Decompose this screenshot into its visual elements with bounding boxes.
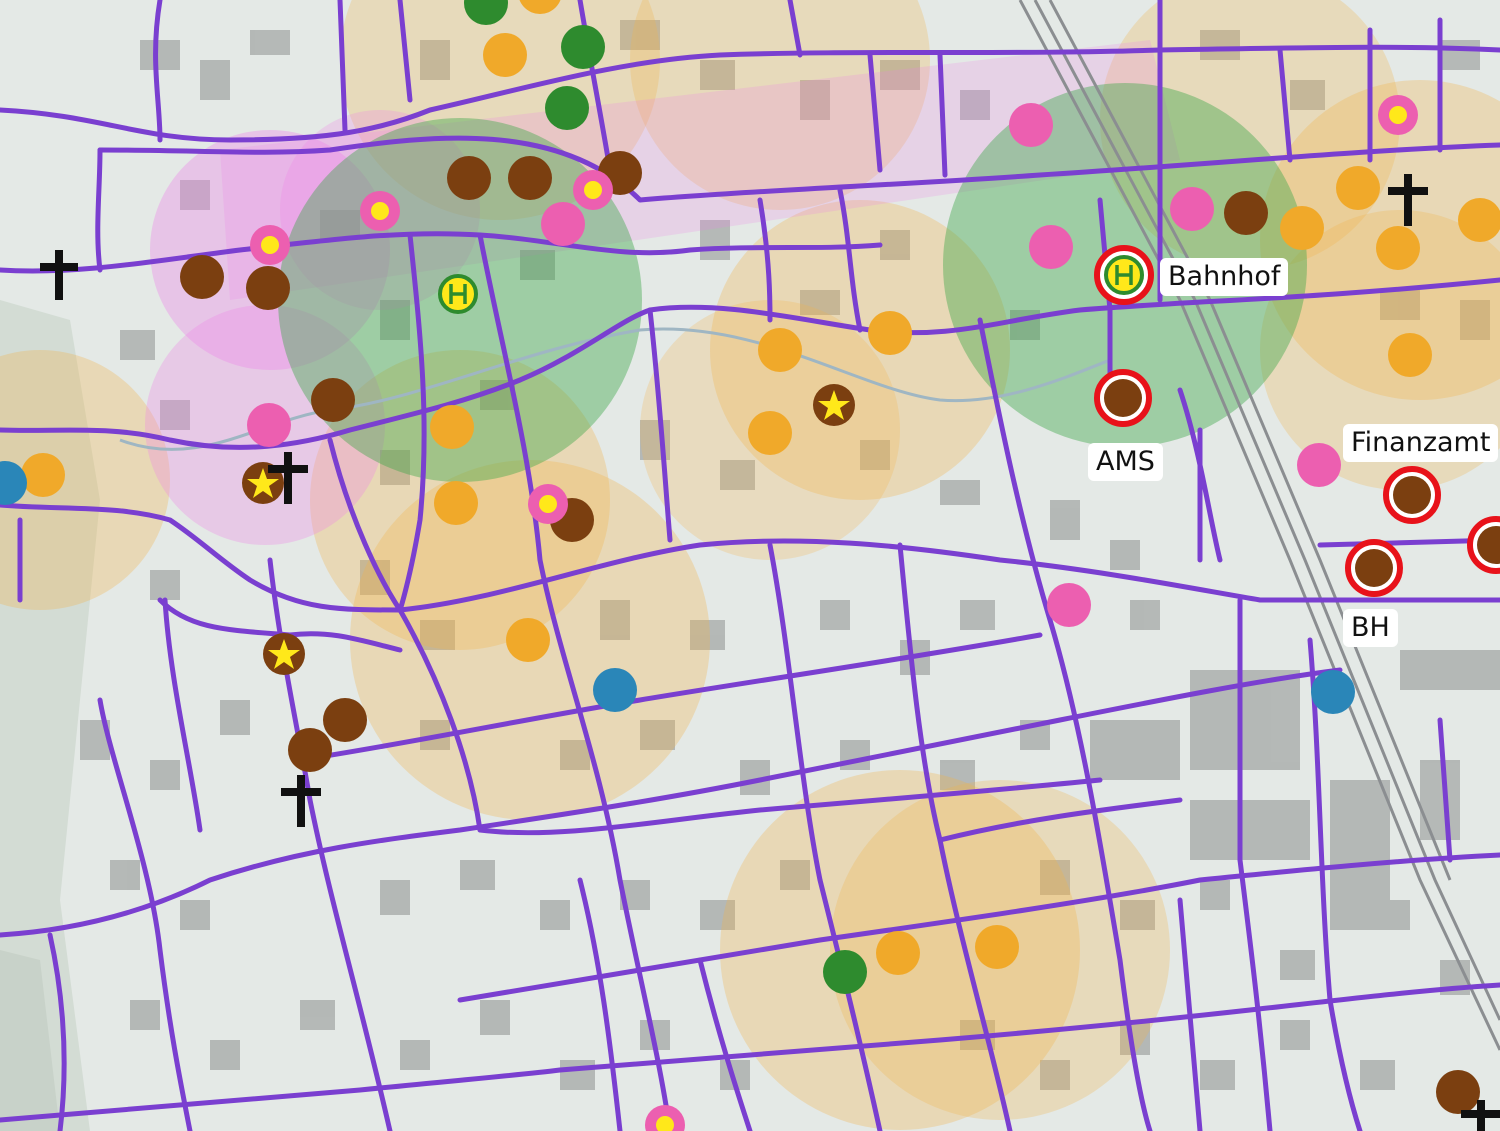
- poi-pink-yellow[interactable]: [250, 225, 290, 265]
- poi-brown[interactable]: [323, 698, 367, 742]
- poi-orange[interactable]: [1336, 166, 1380, 210]
- star-icon[interactable]: [263, 633, 305, 675]
- poi-orange[interactable]: [1388, 333, 1432, 377]
- poi-orange[interactable]: [748, 411, 792, 455]
- poi-green[interactable]: [545, 86, 589, 130]
- poi-orange[interactable]: [876, 931, 920, 975]
- poi-blue[interactable]: [593, 668, 637, 712]
- place-label-bh[interactable]: BH: [1343, 609, 1398, 647]
- poi-brown[interactable]: [311, 378, 355, 422]
- poi-highlight-ams[interactable]: [1094, 369, 1152, 427]
- poi-brown[interactable]: [1436, 1070, 1480, 1114]
- poi-orange[interactable]: [430, 405, 474, 449]
- poi-pink-yellow[interactable]: [360, 191, 400, 231]
- star-icon[interactable]: [813, 384, 855, 426]
- poi-brown[interactable]: [246, 266, 290, 310]
- poi-pink-yellow[interactable]: [573, 170, 613, 210]
- poi-pink[interactable]: [1297, 443, 1341, 487]
- poi-orange[interactable]: [1458, 198, 1500, 242]
- poi-orange[interactable]: [1280, 206, 1324, 250]
- poi-pink[interactable]: [541, 202, 585, 246]
- poi-pink[interactable]: [1029, 225, 1073, 269]
- poi-brown[interactable]: [288, 728, 332, 772]
- bus-stop-icon[interactable]: [438, 274, 478, 314]
- poi-orange[interactable]: [434, 481, 478, 525]
- poi-orange[interactable]: [1376, 226, 1420, 270]
- poi-orange[interactable]: [975, 925, 1019, 969]
- poi-pink[interactable]: [1009, 103, 1053, 147]
- place-label-finanzamt[interactable]: Finanzamt: [1343, 424, 1499, 462]
- poi-brown[interactable]: [447, 156, 491, 200]
- poi-pink[interactable]: [1170, 187, 1214, 231]
- poi-highlight[interactable]: [1467, 516, 1500, 574]
- poi-highlight-bh[interactable]: [1345, 539, 1403, 597]
- poi-blue[interactable]: [1311, 670, 1355, 714]
- poi-orange[interactable]: [21, 453, 65, 497]
- poi-orange[interactable]: [483, 33, 527, 77]
- place-label-bahnhof[interactable]: Bahnhof: [1160, 258, 1289, 296]
- poi-orange[interactable]: [758, 328, 802, 372]
- poi-brown[interactable]: [508, 156, 552, 200]
- bus-stop-icon[interactable]: [1094, 245, 1154, 305]
- poi-brown[interactable]: [180, 255, 224, 299]
- map-view[interactable]: Bahnhof AMS Finanzamt BH: [0, 0, 1500, 1131]
- poi-orange[interactable]: [868, 311, 912, 355]
- poi-pink[interactable]: [1047, 583, 1091, 627]
- poi-orange[interactable]: [506, 618, 550, 662]
- poi-pink-yellow[interactable]: [528, 484, 568, 524]
- map-canvas: [0, 0, 1500, 1131]
- poi-green[interactable]: [823, 950, 867, 994]
- place-label-ams[interactable]: AMS: [1088, 443, 1163, 481]
- poi-brown[interactable]: [1224, 191, 1268, 235]
- poi-highlight-finanzamt[interactable]: [1383, 466, 1441, 524]
- poi-pink-yellow[interactable]: [1378, 95, 1418, 135]
- poi-green[interactable]: [561, 25, 605, 69]
- poi-pink[interactable]: [247, 403, 291, 447]
